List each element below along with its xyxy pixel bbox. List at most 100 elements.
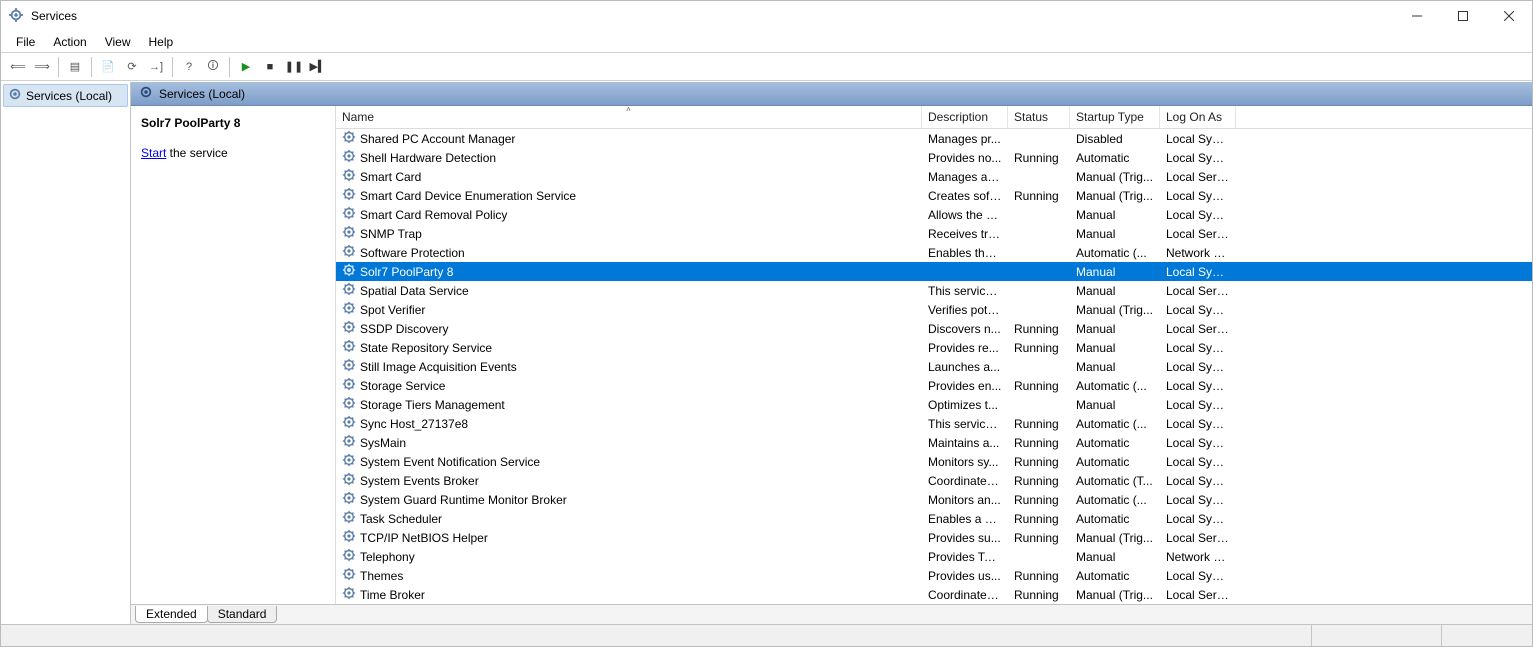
service-row[interactable]: Task SchedulerEnables a us...RunningAuto… [336, 509, 1532, 528]
service-row[interactable]: Software ProtectionEnables the ...Automa… [336, 243, 1532, 262]
services-rows[interactable]: Shared PC Account ManagerManages pr...Di… [336, 129, 1532, 604]
cell-status: Running [1008, 189, 1070, 203]
cell-status: Running [1008, 588, 1070, 602]
cell-name: Themes [336, 567, 922, 584]
maximize-button[interactable] [1440, 1, 1486, 31]
service-row[interactable]: Spatial Data ServiceThis service ...Manu… [336, 281, 1532, 300]
menu-view[interactable]: View [96, 33, 140, 51]
column-header-logon[interactable]: Log On As [1160, 106, 1236, 128]
cell-name: TCP/IP NetBIOS Helper [336, 529, 922, 546]
start-service-icon[interactable]: ▶ [235, 56, 257, 78]
refresh-icon[interactable]: ⟳ [121, 56, 143, 78]
service-row[interactable]: Still Image Acquisition EventsLaunches a… [336, 357, 1532, 376]
cell-desc: Enables a us... [922, 512, 1008, 526]
service-row[interactable]: Spot VerifierVerifies pote...Manual (Tri… [336, 300, 1532, 319]
service-row[interactable]: TelephonyProvides Tel...ManualNetwork S.… [336, 547, 1532, 566]
cell-name: Sync Host_27137e8 [336, 415, 922, 432]
cell-startup: Automatic (... [1070, 493, 1160, 507]
menu-help[interactable]: Help [140, 33, 183, 51]
help-topics-icon[interactable]: 🛈 [202, 56, 224, 78]
cell-name: Storage Tiers Management [336, 396, 922, 413]
properties-icon[interactable]: 📄 [97, 56, 119, 78]
menu-file[interactable]: File [7, 33, 44, 51]
show-hide-tree-icon[interactable]: ▤ [64, 56, 86, 78]
minimize-button[interactable] [1394, 1, 1440, 31]
service-row[interactable]: System Guard Runtime Monitor BrokerMonit… [336, 490, 1532, 509]
content-header-label: Services (Local) [159, 87, 245, 101]
gear-icon [342, 301, 356, 318]
cell-desc: Optimizes t... [922, 398, 1008, 412]
gear-icon [342, 434, 356, 451]
column-header-name[interactable]: Name˄ [336, 106, 922, 128]
service-row[interactable]: Sync Host_27137e8This service ...Running… [336, 414, 1532, 433]
cell-desc: Provides no... [922, 151, 1008, 165]
cell-desc: Launches a... [922, 360, 1008, 374]
cell-startup: Manual [1070, 398, 1160, 412]
cell-desc: Coordinates... [922, 588, 1008, 602]
service-row[interactable]: SysMainMaintains a...RunningAutomaticLoc… [336, 433, 1532, 452]
cell-name: Shell Hardware Detection [336, 149, 922, 166]
service-row[interactable]: Time BrokerCoordinates...RunningManual (… [336, 585, 1532, 604]
menu-action[interactable]: Action [44, 33, 95, 51]
cell-startup: Automatic [1070, 569, 1160, 583]
cell-startup: Automatic [1070, 436, 1160, 450]
column-header-status[interactable]: Status [1008, 106, 1070, 128]
nav-forward-icon[interactable]: ⟹ [31, 56, 53, 78]
restart-service-icon[interactable]: ▶▍ [307, 56, 329, 78]
cell-desc: Allows the s... [922, 208, 1008, 222]
help-icon[interactable]: ? [178, 56, 200, 78]
cell-startup: Disabled [1070, 132, 1160, 146]
cell-startup: Automatic [1070, 151, 1160, 165]
service-name-label: Solr7 PoolParty 8 [360, 265, 453, 279]
column-header-startup[interactable]: Startup Type [1070, 106, 1160, 128]
pause-service-icon[interactable]: ❚❚ [283, 56, 305, 78]
cell-status: Running [1008, 455, 1070, 469]
cell-status: Running [1008, 151, 1070, 165]
column-header-desc[interactable]: Description [922, 106, 1008, 128]
tab-extended[interactable]: Extended [135, 606, 208, 623]
service-row[interactable]: Storage Tiers ManagementOptimizes t... Ma… [336, 395, 1532, 414]
cell-status: Running [1008, 322, 1070, 336]
service-row[interactable]: Smart Card Removal PolicyAllows the s...… [336, 205, 1532, 224]
start-service-link[interactable]: Start [141, 146, 166, 160]
cell-startup: Manual [1070, 284, 1160, 298]
service-name-label: Themes [360, 569, 403, 583]
cell-status: Running [1008, 379, 1070, 393]
service-row[interactable]: System Events BrokerCoordinates...Runnin… [336, 471, 1532, 490]
toolbar-separator [172, 57, 173, 77]
cell-logon: Local Service [1160, 284, 1236, 298]
service-row[interactable]: Smart CardManages ac...Manual (Trig...Lo… [336, 167, 1532, 186]
cell-desc: Manages ac... [922, 170, 1008, 184]
service-row[interactable]: ThemesProvides us...RunningAutomaticLoca… [336, 566, 1532, 585]
service-row[interactable]: Shell Hardware DetectionProvides no...Ru… [336, 148, 1532, 167]
service-row[interactable]: TCP/IP NetBIOS HelperProvides su...Runni… [336, 528, 1532, 547]
service-row[interactable]: SSDP DiscoveryDiscovers n...RunningManua… [336, 319, 1532, 338]
cell-status: Running [1008, 512, 1070, 526]
column-headers: Name˄DescriptionStatusStartup TypeLog On… [336, 106, 1532, 129]
cell-startup: Automatic [1070, 455, 1160, 469]
service-row[interactable]: Smart Card Device Enumeration ServiceCre… [336, 186, 1532, 205]
service-row[interactable]: Storage ServiceProvides en...RunningAuto… [336, 376, 1532, 395]
selected-service-name: Solr7 PoolParty 8 [141, 116, 327, 130]
service-row[interactable]: System Event Notification ServiceMonitor… [336, 452, 1532, 471]
export-list-icon[interactable]: →] [145, 56, 167, 78]
cell-logon: Local Syste... [1160, 189, 1236, 203]
stop-service-icon[interactable]: ■ [259, 56, 281, 78]
cell-status: Running [1008, 569, 1070, 583]
close-button[interactable] [1486, 1, 1532, 31]
service-row[interactable]: Shared PC Account ManagerManages pr...Di… [336, 129, 1532, 148]
tab-standard[interactable]: Standard [207, 606, 278, 623]
service-row[interactable]: SNMP TrapReceives tra...ManualLocal Serv… [336, 224, 1532, 243]
service-row[interactable]: State Repository ServiceProvides re...Ru… [336, 338, 1532, 357]
cell-logon: Local Syste... [1160, 474, 1236, 488]
nav-back-icon[interactable]: ⟸ [7, 56, 29, 78]
cell-name: Smart Card Device Enumeration Service [336, 187, 922, 204]
cell-desc: Provides su... [922, 531, 1008, 545]
service-action-line: Start the service [141, 146, 327, 160]
cell-name: Spot Verifier [336, 301, 922, 318]
service-row[interactable]: Solr7 PoolParty 8ManualLocal Syste... [336, 262, 1532, 281]
tree-node-services-local[interactable]: Services (Local) [3, 84, 128, 107]
cell-startup: Manual [1070, 208, 1160, 222]
cell-desc: Monitors an... [922, 493, 1008, 507]
cell-name: Task Scheduler [336, 510, 922, 527]
